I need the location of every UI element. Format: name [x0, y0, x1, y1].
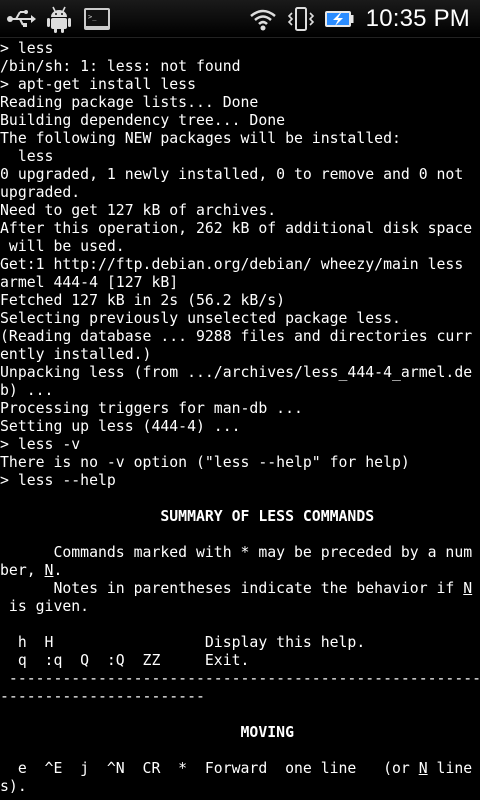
svg-text:>_: >_	[88, 13, 97, 21]
terminal-line: Building dependency tree... Done	[0, 112, 286, 129]
terminal-line: upgraded.	[0, 184, 81, 201]
status-bar: >_ 10:35 PM	[0, 0, 480, 38]
terminal-line: Fetched 127 kB in 2s (56.2 kB/s)	[0, 292, 286, 309]
terminal-line: Setting up less (444-4) ...	[0, 418, 241, 435]
terminal-line: Selecting previously unselected package …	[0, 310, 401, 327]
terminal-line: > less	[0, 40, 54, 57]
terminal-line: MOVING	[0, 724, 294, 741]
clock-time: 10:35 PM	[365, 4, 470, 32]
terminal-line: h H Display this help.	[0, 634, 366, 651]
terminal-line: -----------------------	[0, 688, 205, 705]
terminal-line: The following NEW packages will be insta…	[0, 130, 401, 147]
terminal-line: will be used.	[0, 238, 125, 255]
terminal-line: Need to get 127 kB of archives.	[0, 202, 277, 219]
terminal-line: 0 upgraded, 1 newly installed, 0 to remo…	[0, 166, 464, 183]
terminal-line: Unpacking less (from .../archives/less_4…	[0, 364, 473, 381]
underlined-n: N	[44, 562, 54, 579]
terminal-line: (Reading database ... 9288 files and dir…	[0, 328, 473, 345]
terminal-line: q :q Q :Q ZZ Exit.	[0, 652, 250, 669]
terminal-icon: >_	[82, 4, 112, 34]
terminal-line: armel 444-4 [127 kB]	[0, 274, 179, 291]
terminal-line: > less --help	[0, 472, 116, 489]
vibrate-icon	[286, 4, 316, 34]
terminal-line: is given.	[0, 598, 90, 615]
terminal-line: Notes in parentheses indicate the behavi…	[0, 580, 473, 597]
underlined-n: N	[463, 580, 473, 597]
terminal-line: After this operation, 262 kB of addition…	[0, 220, 473, 237]
terminal-line: Commands marked with * may be preceded b…	[0, 544, 473, 561]
terminal-line: less	[0, 148, 54, 165]
terminal-line: Processing triggers for man-db ...	[0, 400, 303, 417]
terminal-output[interactable]: > less/bin/sh: 1: less: not found > apt-g…	[0, 40, 480, 800]
usb-icon	[6, 4, 36, 34]
terminal-line: ----------------------------------------…	[0, 670, 480, 687]
terminal-line: e ^E j ^N CR * Forward one line (or N li…	[0, 760, 473, 777]
terminal-line: b) ...	[0, 382, 54, 399]
wifi-icon	[248, 4, 278, 34]
terminal-line: > apt-get install less	[0, 76, 196, 93]
android-debug-icon	[44, 4, 74, 34]
notification-icons: >_	[6, 4, 120, 34]
terminal-line: > less -v	[0, 436, 81, 453]
terminal-line: /bin/sh: 1: less: not found	[0, 58, 241, 75]
terminal-line: SUMMARY OF LESS COMMANDS	[0, 508, 375, 525]
terminal-line: Get:1 http://ftp.debian.org/debian/ whee…	[0, 256, 464, 273]
terminal-line: There is no -v option ("less --help" for…	[0, 454, 410, 471]
terminal-line: ber, N.	[0, 562, 63, 579]
terminal-line: ently installed.)	[0, 346, 152, 363]
terminal-line: s).	[0, 778, 27, 795]
battery-charging-icon	[324, 4, 354, 34]
underlined-n: N	[418, 760, 428, 777]
terminal-line: Reading package lists... Done	[0, 94, 259, 111]
system-icons: 10:35 PM	[248, 4, 470, 34]
